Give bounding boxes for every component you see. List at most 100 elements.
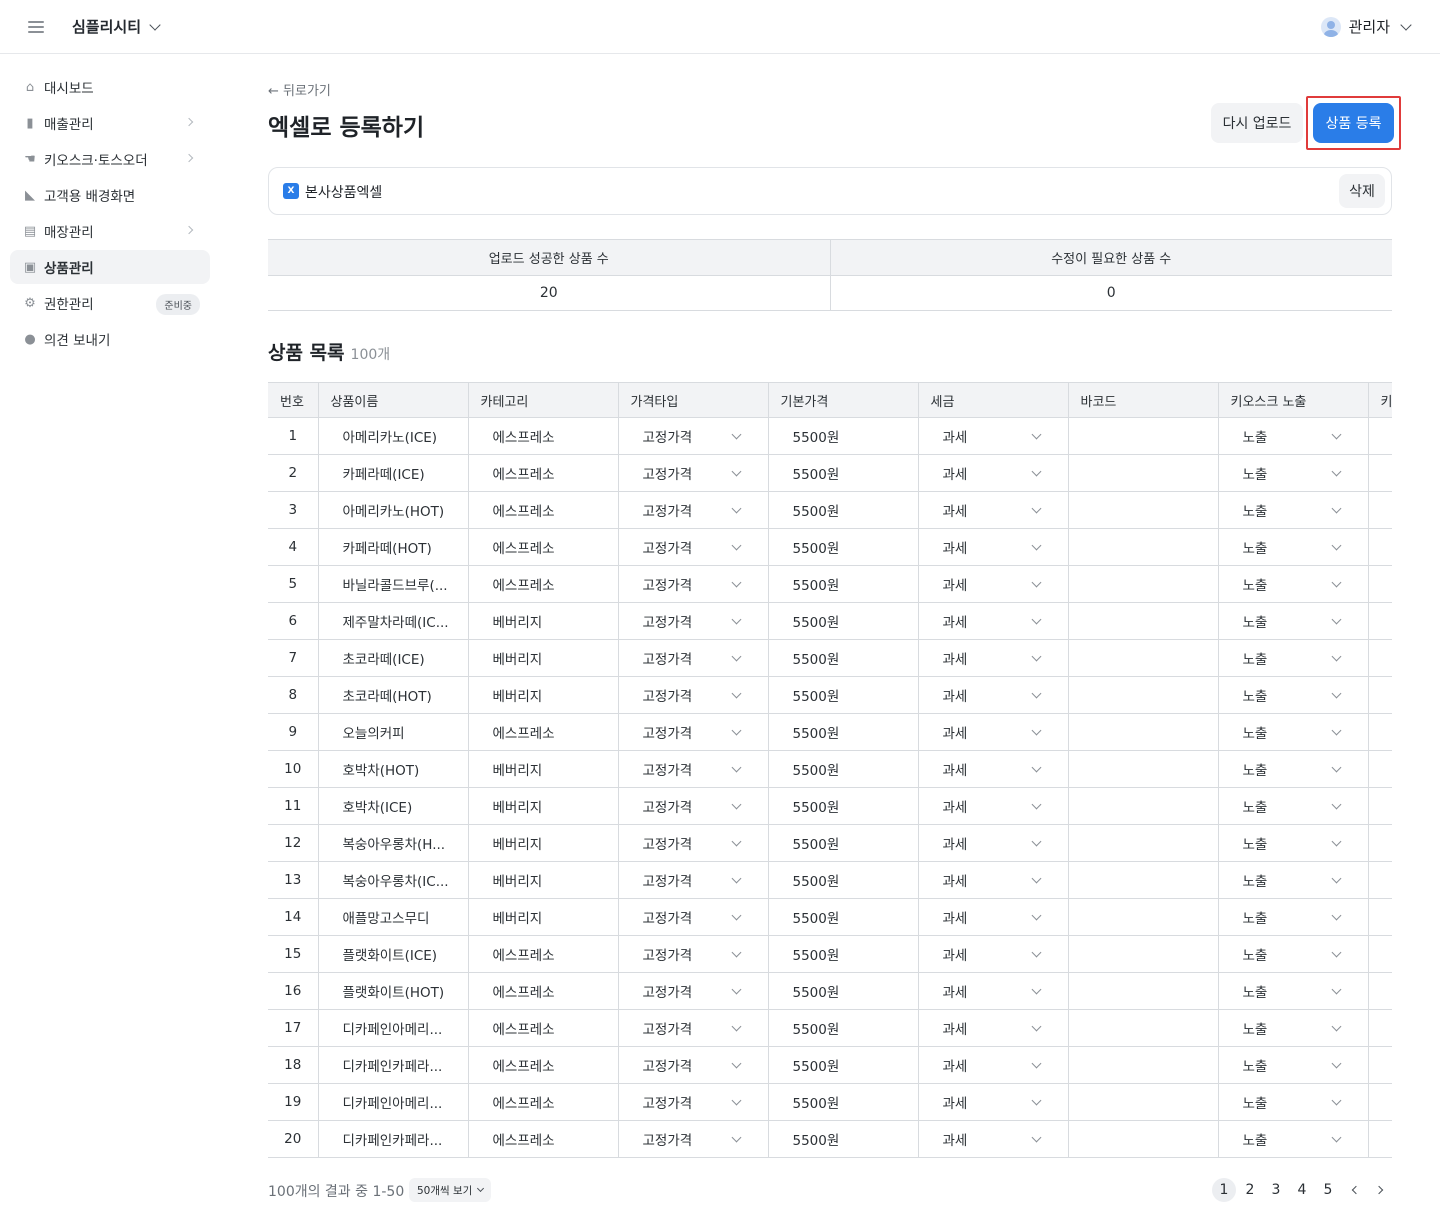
dropdown-cell[interactable]: 고정가격	[618, 676, 769, 714]
sidebar-item[interactable]: ▮ 매출관리	[10, 106, 210, 140]
table-cell[interactable]	[1068, 750, 1219, 788]
dropdown-cell[interactable]: 노출	[1218, 861, 1369, 899]
sidebar-item[interactable]: ▤ 매장관리	[10, 214, 210, 248]
dropdown-cell[interactable]: 노출	[1218, 935, 1369, 973]
dropdown-cell[interactable]: 노출	[1218, 1083, 1369, 1121]
dropdown-cell[interactable]: 고정가격	[618, 454, 769, 492]
dropdown-cell[interactable]: 고정가격	[618, 491, 769, 529]
dropdown-cell[interactable]: 노출	[1218, 528, 1369, 566]
dropdown-cell[interactable]: 과세	[918, 1120, 1069, 1158]
table-cell[interactable]	[1068, 417, 1219, 455]
reupload-button[interactable]: 다시 업로드	[1211, 103, 1303, 143]
dropdown-cell[interactable]: 과세	[918, 1009, 1069, 1047]
dropdown-cell[interactable]: 고정가격	[618, 972, 769, 1010]
table-cell[interactable]	[1068, 787, 1219, 825]
dropdown-cell[interactable]: 과세	[918, 861, 1069, 899]
dropdown-cell[interactable]: 고정가격	[618, 898, 769, 936]
dropdown-cell[interactable]: 과세	[918, 528, 1069, 566]
dropdown-cell[interactable]: 과세	[918, 676, 1069, 714]
table-cell[interactable]	[1068, 602, 1219, 640]
dropdown-cell[interactable]: 과세	[918, 787, 1069, 825]
sidebar-item[interactable]: ▣ 상품관리	[10, 250, 210, 284]
dropdown-cell[interactable]: 과세	[918, 1046, 1069, 1084]
dropdown-cell[interactable]: 고정가격	[618, 1046, 769, 1084]
table-cell[interactable]	[1068, 713, 1219, 751]
dropdown-cell[interactable]: 고정가격	[618, 565, 769, 603]
dropdown-cell[interactable]: 과세	[918, 824, 1069, 862]
chevron-right-icon[interactable]	[1368, 1178, 1392, 1202]
sidebar-item[interactable]: ☚ 키오스크·토스오더	[10, 142, 210, 176]
table-cell[interactable]	[1068, 676, 1219, 714]
table-cell[interactable]	[1068, 1083, 1219, 1121]
dropdown-cell[interactable]: 과세	[918, 602, 1069, 640]
table-cell[interactable]	[1068, 491, 1219, 529]
dropdown-cell[interactable]: 고정가격	[618, 861, 769, 899]
dropdown-cell[interactable]: 고정가격	[618, 713, 769, 751]
store-selector[interactable]: 심플리시티	[72, 16, 161, 37]
table-cell[interactable]	[1068, 1009, 1219, 1047]
dropdown-cell[interactable]: 노출	[1218, 676, 1369, 714]
per-page-select[interactable]: 50개씩 보기	[409, 1178, 492, 1202]
delete-file-button[interactable]: 삭제	[1339, 174, 1385, 208]
product-table-scroll[interactable]: 번호 상품이름 카테고리 가격타입 기본가격 세금 바코드 키오스크 노출 키 1 아메리카노(I…	[268, 382, 1392, 1158]
page-number[interactable]: 2	[1238, 1178, 1262, 1202]
dropdown-cell[interactable]: 고정가격	[618, 750, 769, 788]
register-products-button[interactable]: 상품 등록	[1313, 103, 1394, 143]
sidebar-item[interactable]: ⚙ 권한관리 준비중	[10, 286, 210, 320]
dropdown-cell[interactable]: 노출	[1218, 602, 1369, 640]
page-number[interactable]: 5	[1316, 1178, 1340, 1202]
dropdown-cell[interactable]: 노출	[1218, 639, 1369, 677]
sidebar-item[interactable]: ⌂ 대시보드	[10, 70, 210, 104]
dropdown-cell[interactable]: 과세	[918, 713, 1069, 751]
dropdown-cell[interactable]: 노출	[1218, 1009, 1369, 1047]
dropdown-cell[interactable]: 노출	[1218, 972, 1369, 1010]
sidebar-item[interactable]: ◣ 고객용 배경화면	[10, 178, 210, 212]
dropdown-cell[interactable]: 과세	[918, 565, 1069, 603]
dropdown-cell[interactable]: 노출	[1218, 417, 1369, 455]
dropdown-cell[interactable]: 과세	[918, 1083, 1069, 1121]
dropdown-cell[interactable]: 고정가격	[618, 602, 769, 640]
dropdown-cell[interactable]: 고정가격	[618, 935, 769, 973]
table-cell[interactable]	[1068, 935, 1219, 973]
dropdown-cell[interactable]: 고정가격	[618, 1009, 769, 1047]
dropdown-cell[interactable]: 고정가격	[618, 787, 769, 825]
page-number[interactable]: 3	[1264, 1178, 1288, 1202]
dropdown-cell[interactable]: 과세	[918, 898, 1069, 936]
dropdown-cell[interactable]: 과세	[918, 417, 1069, 455]
table-cell[interactable]	[1068, 972, 1219, 1010]
dropdown-cell[interactable]: 고정가격	[618, 824, 769, 862]
table-cell[interactable]	[1068, 565, 1219, 603]
dropdown-cell[interactable]: 고정가격	[618, 1083, 769, 1121]
dropdown-cell[interactable]: 과세	[918, 639, 1069, 677]
dropdown-cell[interactable]: 과세	[918, 935, 1069, 973]
hamburger-menu-icon[interactable]	[24, 15, 48, 39]
table-cell[interactable]	[1068, 861, 1219, 899]
dropdown-cell[interactable]: 노출	[1218, 787, 1369, 825]
dropdown-cell[interactable]: 노출	[1218, 713, 1369, 751]
dropdown-cell[interactable]: 고정가격	[618, 639, 769, 677]
table-cell[interactable]	[1068, 454, 1219, 492]
dropdown-cell[interactable]: 과세	[918, 491, 1069, 529]
dropdown-cell[interactable]: 과세	[918, 750, 1069, 788]
dropdown-cell[interactable]: 과세	[918, 454, 1069, 492]
dropdown-cell[interactable]: 고정가격	[618, 528, 769, 566]
dropdown-cell[interactable]: 과세	[918, 972, 1069, 1010]
sidebar-item[interactable]: ● 의견 보내기	[10, 322, 210, 356]
dropdown-cell[interactable]: 고정가격	[618, 1120, 769, 1158]
dropdown-cell[interactable]: 노출	[1218, 824, 1369, 862]
table-cell[interactable]	[1068, 898, 1219, 936]
table-cell[interactable]	[1068, 1046, 1219, 1084]
dropdown-cell[interactable]: 고정가격	[618, 417, 769, 455]
dropdown-cell[interactable]: 노출	[1218, 1120, 1369, 1158]
table-cell[interactable]	[1068, 528, 1219, 566]
page-number[interactable]: 4	[1290, 1178, 1314, 1202]
table-cell[interactable]	[1068, 639, 1219, 677]
dropdown-cell[interactable]: 노출	[1218, 454, 1369, 492]
dropdown-cell[interactable]: 노출	[1218, 898, 1369, 936]
chevron-left-icon[interactable]	[1342, 1178, 1366, 1202]
back-link[interactable]: ← 뒤로가기	[268, 80, 331, 99]
table-cell[interactable]	[1068, 1120, 1219, 1158]
dropdown-cell[interactable]: 노출	[1218, 1046, 1369, 1084]
dropdown-cell[interactable]: 노출	[1218, 750, 1369, 788]
user-menu[interactable]: 관리자	[1320, 16, 1412, 37]
